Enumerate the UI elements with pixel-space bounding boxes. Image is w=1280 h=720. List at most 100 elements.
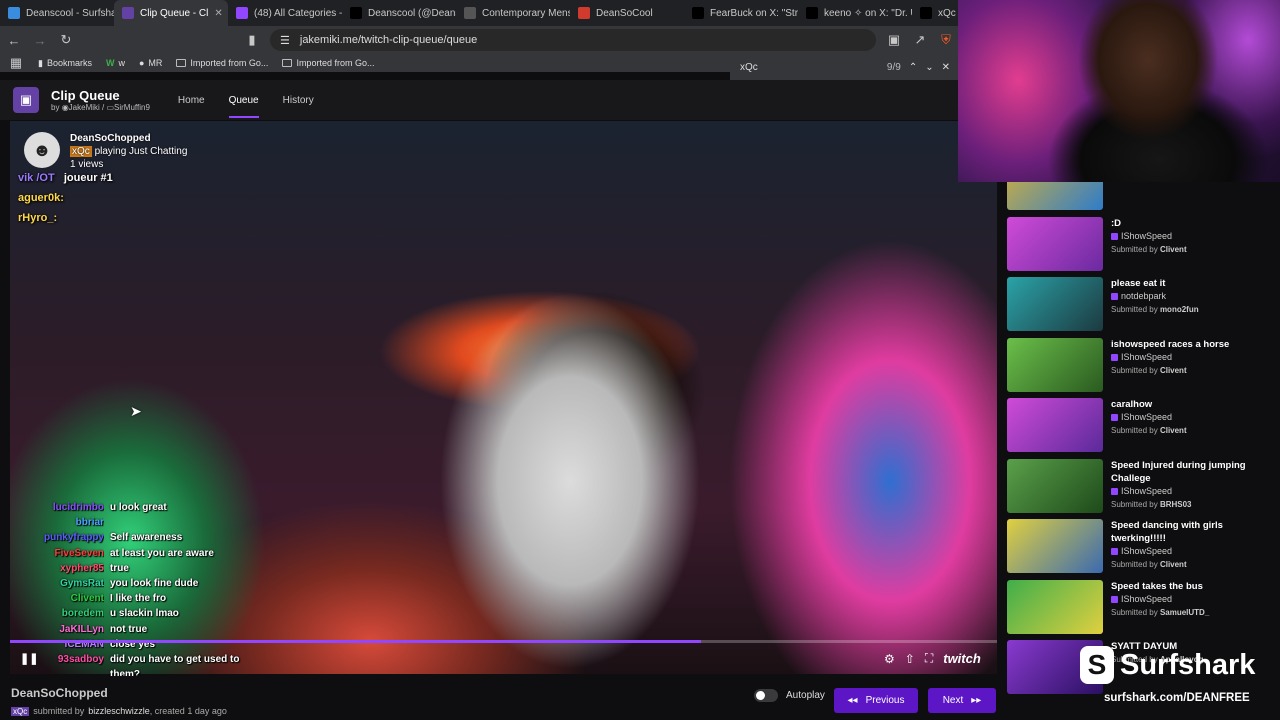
player-controls-right: ⚙ ⇧ ⛶ twitch [884,651,981,666]
chat-text: at least you are aware [110,547,214,559]
seek-bar[interactable] [10,640,997,643]
bookmark-item[interactable]: Ww [106,58,125,68]
tab-favicon-icon [920,7,932,19]
previous-button[interactable]: ◂◂ Previous [834,688,918,713]
chat-text: you look fine dude [110,578,199,590]
queue-thumbnail[interactable] [1007,337,1103,392]
tab-favicon-icon [236,7,248,19]
chat-username: GymsRat [60,578,104,590]
queue-item[interactable]: caralhow IShowSpeed Submitted by Clivent [1000,394,1280,455]
queue-item-info: caralhow IShowSpeed Submitted by Clivent [1111,398,1187,451]
queue-item-channel: notdebpark [1111,290,1199,303]
queue-item[interactable]: please eat it notdebpark Submitted by mono… [1000,273,1280,334]
pause-icon[interactable]: ❚❚ [20,652,38,666]
browser-tab[interactable]: xQc L [912,0,960,26]
site-info-icon[interactable]: ☰ [280,34,290,47]
app-title: Clip Queue [51,88,120,103]
find-count: 9/9 [886,61,901,73]
find-close-icon[interactable]: ✕ [942,62,950,73]
skip-back-icon: ◂◂ [847,695,858,706]
tab-favicon-icon [350,7,362,19]
chat-text: did you have to get used to [110,654,240,666]
browser-tab[interactable]: Deanscool (@Deansc [342,0,456,26]
chat-text: not true [110,623,148,635]
extension-icon[interactable]: ▣ [886,32,902,48]
next-button[interactable]: Next ▸▸ [928,688,996,713]
fullscreen-icon[interactable]: ⛶ [925,651,933,666]
chat-username: Clivent [70,593,104,605]
autoplay-toggle[interactable] [754,689,778,702]
queue-item-channel: IShowSpeed [1111,230,1187,243]
queue-item-submitter: Submitted by Clivent [1111,560,1187,569]
tab-title: Deanscool (@Deansc [368,7,456,19]
queue-item-submitter: Submitted by SamuelUTD_ [1111,607,1210,617]
queue-thumbnail[interactable] [1007,182,1103,210]
twitch-logo[interactable]: twitch [943,651,981,666]
queue-thumbnail[interactable] [1007,277,1103,331]
bookmark-item[interactable]: ▮ Bookmarks [38,58,92,69]
author-link[interactable]: SirMuffin9 [114,103,150,112]
tab-favicon-icon [464,7,476,19]
queue-thumbnail[interactable] [1007,458,1103,513]
clip-queue-logo-icon[interactable]: ▣ [13,87,39,113]
autoplay-control[interactable]: Autoplay [754,689,825,702]
browser-tab[interactable]: Clip Queue - Cl ✕ [114,0,228,26]
apps-grid-icon[interactable]: ▦ [8,55,24,71]
queue-thumbnail[interactable] [1007,398,1103,452]
chat-message: bbriar [4,515,274,530]
bookmark-item[interactable]: ● MR [139,58,162,68]
browser-tab[interactable]: keeno ✧ on X: "Dr. Un [798,0,912,26]
channel-icon [1111,595,1118,603]
channel-name: IShowSpeed [1121,230,1173,241]
address-bar[interactable]: ☰ jakemiki.me/twitch-clip-queue/queue [270,29,876,51]
browser-tab[interactable]: (48) All Categories - Tw [228,0,342,26]
nav-history[interactable]: History [283,95,314,106]
queue-item[interactable]: :D IShowSpeed Submitted by Clivent [1000,213,1280,274]
chat-message: lucidrimbo u look great [4,500,274,515]
queue-item[interactable]: Speed dancing with girls twerking!!!!! IS… [1000,515,1280,576]
forward-icon[interactable]: → [32,32,48,48]
share-icon[interactable]: ⇧ [905,652,915,666]
brand: Clip Queue by ◉JakeMiki / ▭SirMuffin9 [51,88,150,112]
clip-overlay-meta: DeanSoChopped xQc playing Just Chatting … [70,132,187,171]
queue-item[interactable]: ishowspeed races a horse IShowSpeed Submit… [1000,334,1280,395]
queue-item[interactable]: Speed Injured during jumping Challege ISh… [1000,455,1280,516]
submitter-name: SamuelUTD_ [1159,607,1210,617]
queue-item[interactable]: IShowSpeedSubmitted by BRHS03 [1000,182,1280,213]
autoplay-label: Autoplay [786,690,825,701]
nav-queue[interactable]: Queue [228,83,259,118]
queue-item-submitter: Submitted by mono2fun [1111,305,1199,314]
browser-tab[interactable]: Deanscool - Surfshark [0,0,114,26]
reload-icon[interactable]: ↻ [58,32,74,48]
bookmark-icon[interactable]: ▮ [244,32,260,48]
share-icon[interactable]: ↗ [912,32,928,48]
browser-tab[interactable]: Contemporary Menswe [456,0,570,26]
author-link[interactable]: JakeMiki [69,103,100,112]
browser-tab[interactable]: FearBuck on X: "Stream [684,0,798,26]
github-icon: ◉ [61,103,69,112]
queue-item[interactable]: Speed takes the bus IShowSpeed Submitted b… [1000,576,1280,637]
settings-gear-icon[interactable]: ⚙ [884,652,895,666]
back-icon[interactable]: ← [6,32,22,48]
overlay-chat-line: aguer0k: [18,192,64,204]
queue-item-info: :D IShowSpeed Submitted by Clivent [1111,217,1187,270]
queue-item-submitter: Submitted by BRHS03 [1111,499,1192,509]
bookmark-folder[interactable]: Imported from Go... [282,58,374,68]
brave-shield-icon[interactable]: ⛨ [938,32,954,48]
app-header: ▣ Clip Queue by ◉JakeMiki / ▭SirMuffin9 … [0,80,1000,120]
submitter-name: Clivent [1159,365,1187,375]
queue-item-info: Speed takes the bus IShowSpeed Submitted b… [1111,580,1209,633]
find-input[interactable]: xQc [740,62,758,73]
channel-name: notdebpark [1121,291,1167,301]
submitter-name: bizzleschwizzle [88,706,150,716]
nav-home[interactable]: Home [178,95,205,106]
chat-text: u look great [110,502,167,513]
find-next-icon[interactable]: ⌄ [925,62,933,73]
browser-tab[interactable]: DeanSoCool [570,0,684,26]
find-prev-icon[interactable]: ⌃ [909,62,917,73]
tab-close-icon[interactable]: ✕ [214,8,222,19]
queue-thumbnail[interactable] [1007,579,1103,634]
queue-thumbnail[interactable] [1007,216,1103,271]
queue-thumbnail[interactable] [1007,519,1103,573]
bookmark-folder[interactable]: Imported from Go... [176,58,268,68]
